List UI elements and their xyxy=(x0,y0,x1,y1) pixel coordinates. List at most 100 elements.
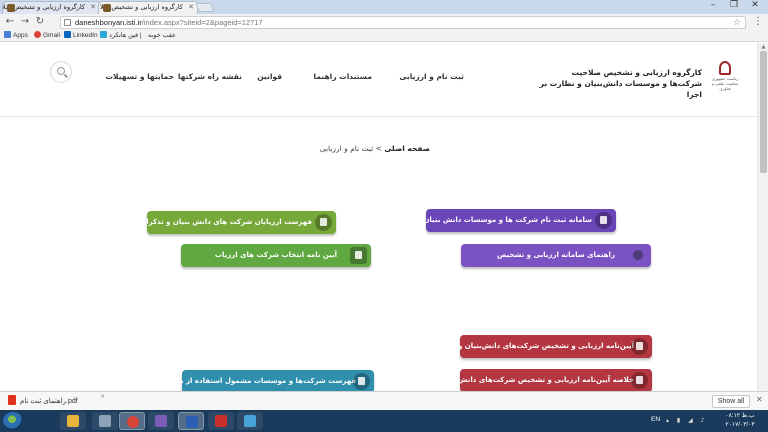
document-icon xyxy=(350,247,367,264)
scrollbar-thumb[interactable] xyxy=(760,51,767,173)
generic-site-icon xyxy=(100,31,107,38)
chrome-icon xyxy=(127,416,139,428)
browser-toolbar: ← → ↻ daneshbonyan.isti.ir/index.aspx?si… xyxy=(0,14,768,31)
close-icon[interactable]: ✕ xyxy=(756,395,763,404)
site-header: ریاست جمهوری معاونت علمی و فناوری کارگرو… xyxy=(0,43,757,117)
address-bar[interactable]: daneshbonyan.isti.ir/index.aspx?siteid=2… xyxy=(60,16,746,29)
browser-tab-active[interactable]: کارگروه ارزیابی و تشخیص صلا ✕ xyxy=(98,1,198,14)
windows-start-icon[interactable] xyxy=(3,412,23,430)
download-item[interactable]: راهنمای ثبت نام.pdf xyxy=(8,395,98,408)
bookmark-site[interactable]: فین هانکرد | xyxy=(100,31,142,41)
breadcrumb-current: ثبت نام و ارزیابی xyxy=(319,144,374,153)
pdf-file-icon xyxy=(8,395,16,405)
nav-item-laws[interactable]: قوانین xyxy=(250,72,282,81)
paint-icon xyxy=(244,415,256,427)
window-close-button[interactable]: ✕ xyxy=(744,0,766,12)
taskbar-app-acrobat[interactable] xyxy=(208,412,234,430)
tile-label: فهرست شرکت‌ها و موسسات مشمول استفاده از … xyxy=(138,377,356,385)
search-icon xyxy=(315,214,332,231)
logo-caption: ریاست جمهوری معاونت علمی و فناوری xyxy=(711,76,739,91)
taskbar-app-explorer[interactable] xyxy=(60,412,86,430)
taskbar-clock[interactable]: ب.ظ ۰۸:۱۲ ۲۰۱۷/۰۳/۰۳ xyxy=(718,412,762,430)
show-all-downloads-button[interactable]: Show all xyxy=(712,395,750,408)
site-title: کارگروه ارزیابی و تشخیص صلاحیت شرکت‌ها و… xyxy=(530,67,702,100)
site-favicon-icon xyxy=(103,4,111,12)
tile-evaluation-bylaw[interactable]: آیین‌نامه ارزیابی و تشخیص شرکت‌های دانش‌… xyxy=(424,335,652,358)
folder-icon xyxy=(67,415,79,427)
bookmark-star-icon[interactable]: ☆ xyxy=(733,17,741,28)
acrobat-icon xyxy=(215,415,227,427)
bookmark-label: Apps xyxy=(13,32,28,39)
bookmark-label: Gmail xyxy=(43,32,60,39)
windows-taskbar: EN ▴ ▮ ◢ ♪ ب.ظ ۰۸:۱۲ ۲۰۱۷/۰۳/۰۳ xyxy=(0,410,768,432)
bookmark-label: فین هانکرد | xyxy=(109,32,142,39)
site-title-line2: شرکت‌ها و موسسات دانش‌بنیان و نظارت بر ا… xyxy=(539,79,702,99)
tool-icon xyxy=(99,415,111,427)
taskbar-app-visual-studio[interactable] xyxy=(148,412,174,430)
download-filename: راهنمای ثبت نام.pdf xyxy=(20,398,78,405)
bookmark-apps[interactable]: Apps xyxy=(4,31,28,41)
visual-studio-icon xyxy=(155,415,167,427)
tile-label: آیین نامه انتخاب شرکت های ارزیاب xyxy=(214,251,338,259)
tile-evaluation-guide[interactable]: راهنمای سامانه ارزیابی و تشخیص xyxy=(461,244,651,267)
new-tab-button[interactable] xyxy=(195,3,215,12)
breadcrumb-home[interactable]: صفحه اصلی xyxy=(384,144,430,153)
keyboard-language[interactable]: EN xyxy=(651,416,660,423)
search-button[interactable] xyxy=(50,61,72,83)
maximize-button[interactable]: ❐ xyxy=(723,0,745,12)
download-shelf: راهنمای ثبت نام.pdf ^ Show all ✕ xyxy=(0,391,768,410)
breadcrumb-separator: > xyxy=(373,144,385,153)
taskbar-app-chrome[interactable] xyxy=(119,412,145,430)
system-tray-icons[interactable]: ▴ ▮ ◢ ♪ xyxy=(666,417,707,424)
page-scrollbar[interactable]: ▲ xyxy=(757,43,768,391)
bookmarks-bar: Apps Gmail LinkedIn فین هانکرد | عقب خوب… xyxy=(0,31,768,42)
nav-item-registration[interactable]: ثبت نام و ارزیابی xyxy=(384,72,464,81)
site-title-line1: کارگروه ارزیابی و تشخیص صلاحیت xyxy=(571,68,702,77)
nav-item-guides[interactable]: مستندات راهنما xyxy=(300,72,372,81)
close-icon[interactable]: ✕ xyxy=(90,2,96,13)
tile-bylaw-summary[interactable]: خلاصه آیین‌نامه ارزیابی و تشخیص شرکت‌های… xyxy=(441,369,652,392)
search-icon-handle xyxy=(64,73,68,78)
taskbar-app-word[interactable] xyxy=(178,412,204,430)
site-favicon-icon xyxy=(7,4,15,12)
nav-item-support[interactable]: حمایتها و تسهیلات xyxy=(106,72,174,81)
user-badge-icon xyxy=(595,212,612,229)
clock-date: ۲۰۱۷/۰۳/۰۳ xyxy=(725,422,755,428)
browser-tab-title: کارگروه ارزیابی و تشخیص صلا xyxy=(99,3,183,11)
book-icon xyxy=(631,372,648,389)
bookmark-folder[interactable]: عقب خوبه xyxy=(148,31,176,41)
browser-tab[interactable]: کارگروه ارزیابی و تشخیص صلا ✕ xyxy=(2,1,100,14)
taskbar-app-tool[interactable] xyxy=(92,412,118,430)
browser-menu-icon[interactable]: ⋮ xyxy=(752,15,764,29)
minimize-button[interactable]: – xyxy=(702,0,724,12)
browser-tab-strip: کارگروه ارزیابی و تشخیص صلا ✕ کارگروه ار… xyxy=(0,0,768,14)
book-icon xyxy=(631,338,648,355)
nav-item-roadmap[interactable]: نقشه راه شرکتها xyxy=(178,72,242,81)
iran-emblem-icon xyxy=(719,61,731,75)
url-path: /index.aspx?siteid=2&pageid=12717 xyxy=(141,18,263,27)
taskbar-app-paint[interactable] xyxy=(237,412,263,430)
word-icon xyxy=(186,416,198,428)
bookmark-label: LinkedIn xyxy=(73,32,98,39)
tile-eligible-companies-list[interactable]: فهرست شرکت‌ها و موسسات مشمول استفاده از … xyxy=(138,370,374,393)
bookmark-label: عقب خوبه xyxy=(148,32,177,39)
back-arrow-icon[interactable]: ← xyxy=(3,15,17,29)
linkedin-icon xyxy=(64,31,71,38)
bookmark-gmail[interactable]: Gmail xyxy=(34,31,60,41)
tile-evaluators-list[interactable]: فهرست ارزیابان شرکت های دانش بنیان و تذک… xyxy=(122,211,336,234)
tile-label: راهنمای سامانه ارزیابی و تشخیص xyxy=(497,251,615,259)
chevron-down-icon[interactable]: ^ xyxy=(101,395,104,402)
site-logo[interactable]: ریاست جمهوری معاونت علمی و فناوری xyxy=(710,61,740,95)
scroll-up-icon[interactable]: ▲ xyxy=(758,43,768,51)
reload-icon[interactable]: ↻ xyxy=(33,15,47,29)
page-info-icon[interactable] xyxy=(64,19,71,26)
tile-registration-system[interactable]: سامانه ثبت نام شرکت ها و موسسات دانش بنی… xyxy=(423,209,616,232)
apps-grid-icon xyxy=(4,31,11,38)
list-icon xyxy=(353,373,370,390)
breadcrumb: صفحه اصلی > ثبت نام و ارزیابی xyxy=(300,144,430,153)
close-icon[interactable]: ✕ xyxy=(188,2,194,13)
tile-label: آیین‌نامه ارزیابی و تشخیص شرکت‌های دانش‌… xyxy=(423,342,634,350)
tile-evaluator-selection-bylaw[interactable]: آیین نامه انتخاب شرکت های ارزیاب xyxy=(181,244,371,267)
bookmark-linkedin[interactable]: LinkedIn xyxy=(64,31,98,41)
forward-arrow-icon[interactable]: → xyxy=(18,15,32,29)
